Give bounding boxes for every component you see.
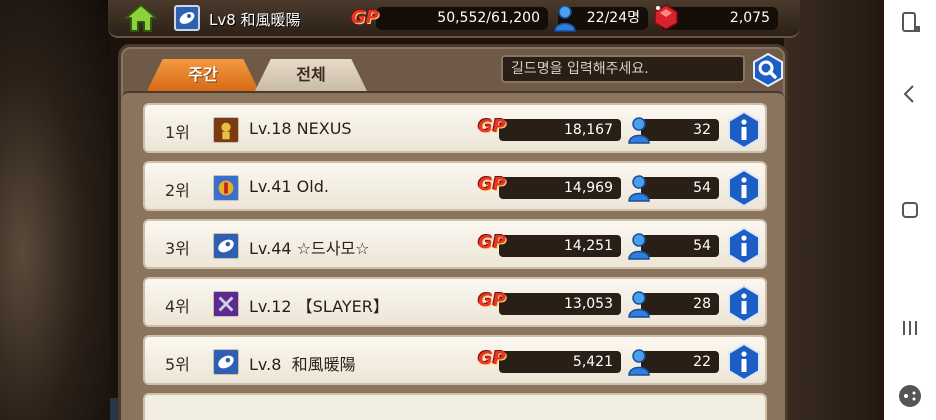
guild-member-count: 28 xyxy=(641,293,719,315)
search-icon xyxy=(753,52,783,88)
recents-button[interactable] xyxy=(894,312,926,344)
guild-member-count: 54 xyxy=(641,177,719,199)
user-icon xyxy=(628,349,650,376)
guild-emblem xyxy=(213,117,239,143)
guild-name: Lv8 和風暖陽 xyxy=(209,11,301,29)
guild-emblem xyxy=(213,233,239,259)
back-icon xyxy=(903,85,914,103)
ranking-row[interactable]: 1위 Lv.18 NEXUS 18,167 GP 32 xyxy=(143,103,767,153)
info-icon xyxy=(728,110,760,150)
guild-search-input[interactable] xyxy=(501,55,745,83)
background-right xyxy=(784,0,884,420)
info-icon xyxy=(728,342,760,382)
ranking-list[interactable]: 1위 Lv.18 NEXUS 18,167 GP 32 2위 Lv.41 Old… xyxy=(121,91,785,420)
ranking-row[interactable]: 3위 Lv.44 ☆드사모☆ 14,251 GP 54 xyxy=(143,219,767,269)
screen-rotate-button[interactable] xyxy=(894,6,926,38)
guild-emblem xyxy=(174,5,200,31)
gamepad-icon xyxy=(899,385,921,407)
info-icon xyxy=(728,226,760,266)
guild-emblem xyxy=(213,291,239,317)
user-icon xyxy=(554,5,576,32)
rank-number: 4위 xyxy=(165,297,190,316)
guild-info-button[interactable] xyxy=(727,284,761,324)
guild-gp-value: 13,053 xyxy=(499,293,621,315)
info-icon xyxy=(728,168,760,208)
guild-ranking-panel: 주간 전체 1위 Lv.18 NEXUS xyxy=(118,44,788,420)
home-button[interactable] xyxy=(124,3,158,33)
guild-gp-value: 18,167 xyxy=(499,119,621,141)
guild-emblem xyxy=(213,175,239,201)
tab-weekly[interactable]: 주간 xyxy=(147,59,259,91)
guild-name: Lv.8 和風暖陽 xyxy=(249,355,356,374)
guild-gp-value: 5,421 xyxy=(499,351,621,373)
background-left xyxy=(0,0,110,420)
gp-icon: GP xyxy=(478,174,506,195)
guild-info-button[interactable] xyxy=(727,226,761,266)
ranking-row[interactable]: 4위 Lv.12 【SLAYER】 13,053 GP 28 xyxy=(143,277,767,327)
home-square-icon xyxy=(902,202,918,218)
rank-number: 3위 xyxy=(165,239,190,258)
guild-name: Lv.41 Old. xyxy=(249,177,329,196)
rank-number: 2위 xyxy=(165,181,190,200)
gem-icon xyxy=(654,4,678,30)
guild-info-button[interactable] xyxy=(727,168,761,208)
guild-member-count: 32 xyxy=(641,119,719,141)
guild-name: Lv.44 ☆드사모☆ xyxy=(249,239,370,258)
back-button[interactable] xyxy=(894,78,926,110)
gp-icon: GP xyxy=(478,116,506,137)
tab-all-label: 전체 xyxy=(296,65,326,84)
guild-gp-value: 50,552/61,200 xyxy=(376,7,548,30)
rotate-lock-icon xyxy=(902,12,920,32)
tab-all[interactable]: 전체 xyxy=(255,59,367,91)
gp-icon: GP xyxy=(478,290,506,311)
rank-number: 5위 xyxy=(165,355,190,374)
guild-member-count: 22 xyxy=(641,351,719,373)
guild-gp-value: 14,251 xyxy=(499,235,621,257)
top-status-bar: Lv8 和風暖陽 50,552/61,200 GP 22/24명 2,075 xyxy=(108,0,800,38)
guild-name: Lv.12 【SLAYER】 xyxy=(249,297,389,316)
ranking-row[interactable]: 5위 Lv.8 和風暖陽 5,421 GP 22 xyxy=(143,335,767,385)
ranking-row[interactable]: 2위 Lv.41 Old. 14,969 GP 54 xyxy=(143,161,767,211)
guild-gp-value: 14,969 xyxy=(499,177,621,199)
tab-weekly-label: 주간 xyxy=(188,65,218,84)
gp-icon: GP xyxy=(478,348,506,369)
game-tools-button[interactable] xyxy=(894,380,926,412)
user-icon xyxy=(628,175,650,202)
guild-emblem xyxy=(213,349,239,375)
home-icon xyxy=(125,4,157,32)
rank-number: 1위 xyxy=(165,123,190,142)
search-button[interactable] xyxy=(751,52,785,88)
user-icon xyxy=(628,233,650,260)
guild-info-button[interactable] xyxy=(727,110,761,150)
system-navigation-bar xyxy=(884,0,936,420)
user-icon xyxy=(628,291,650,318)
recents-icon xyxy=(903,321,917,335)
user-icon xyxy=(628,117,650,144)
home-system-button[interactable] xyxy=(894,194,926,226)
info-icon xyxy=(728,284,760,324)
game-viewport: Lv8 和風暖陽 50,552/61,200 GP 22/24명 2,075 주… xyxy=(0,0,884,420)
ranking-row-partial[interactable] xyxy=(143,393,767,420)
gp-icon: GP xyxy=(478,232,506,253)
guild-info-button[interactable] xyxy=(727,342,761,382)
guild-name: Lv.18 NEXUS xyxy=(249,119,352,138)
gp-icon: GP xyxy=(351,7,379,28)
guild-member-count: 54 xyxy=(641,235,719,257)
